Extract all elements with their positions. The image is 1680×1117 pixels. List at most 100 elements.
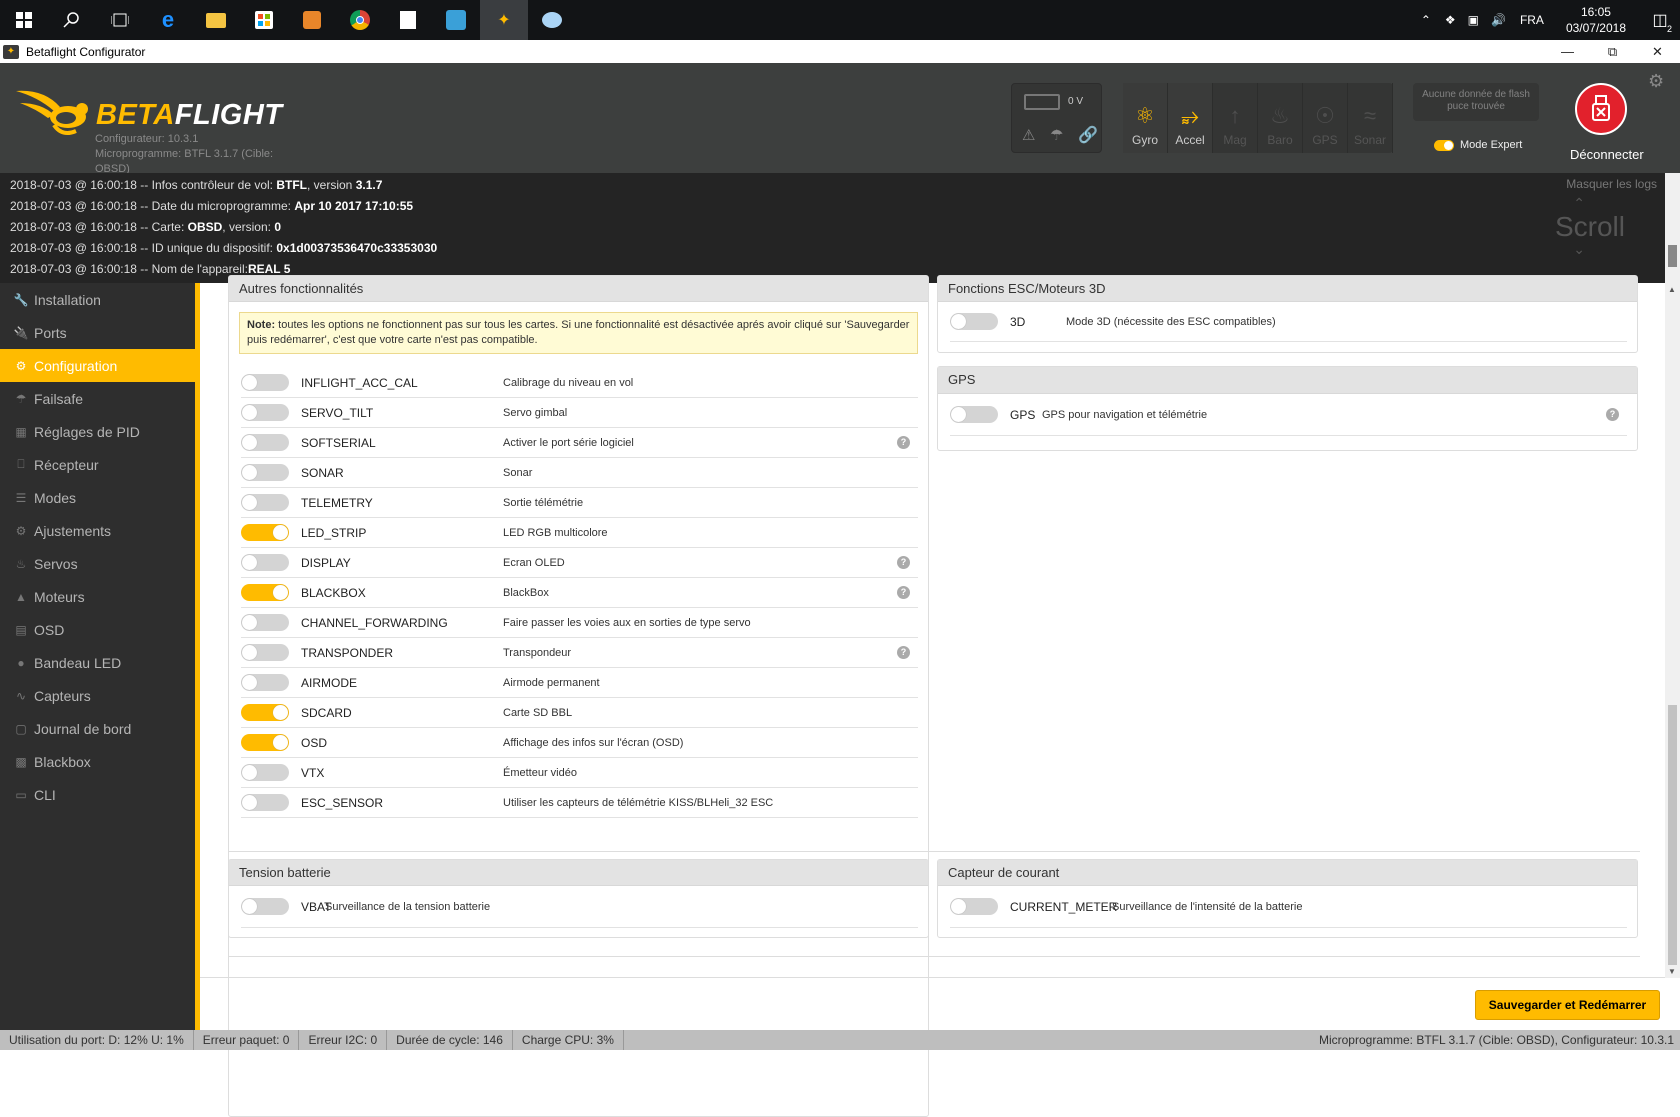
store-icon[interactable] — [240, 0, 288, 40]
notifications-icon[interactable]: ◫ 2 — [1640, 0, 1680, 40]
feature-toggle[interactable] — [241, 644, 289, 661]
windows-start-icon[interactable] — [0, 0, 48, 40]
feature-toggle[interactable] — [241, 434, 289, 451]
log-scrollbar-thumb[interactable] — [1668, 245, 1677, 267]
feature-row-led-strip: LED_STRIP LED RGB multicolore — [241, 518, 918, 548]
settings-gear-icon[interactable]: ⚙ — [1648, 71, 1664, 92]
sidebar-item-installation[interactable]: 🔧 Installation — [0, 283, 195, 316]
3d-toggle[interactable] — [950, 313, 998, 330]
feature-row-inflight-acc-cal: INFLIGHT_ACC_CAL Calibrage du niveau en v… — [241, 368, 918, 398]
feature-row-servo-tilt: SERVO_TILT Servo gimbal — [241, 398, 918, 428]
help-icon[interactable]: ? — [897, 646, 910, 659]
volume-icon[interactable]: 🔊 — [1491, 13, 1506, 27]
sidebar-item-failsafe[interactable]: ☂ Failsafe — [0, 382, 195, 415]
paint-icon[interactable] — [528, 0, 576, 40]
vbat-toggle[interactable] — [241, 898, 289, 915]
sidebar-item-moteurs[interactable]: ▲ Moteurs — [0, 580, 195, 613]
help-icon[interactable]: ? — [897, 586, 910, 599]
feature-toggle[interactable] — [241, 674, 289, 691]
feature-description: BlackBox — [503, 586, 549, 599]
configurator-version: Configurateur: 10.3.1 — [95, 133, 199, 145]
feature-toggle[interactable] — [241, 614, 289, 631]
sidebar-item-label: CLI — [34, 786, 56, 803]
app-title-icon: ✦ — [3, 44, 19, 59]
chrome-icon[interactable] — [336, 0, 384, 40]
sidebar-item-configuration[interactable]: ⚙ Configuration — [0, 349, 195, 382]
feature-toggle[interactable] — [241, 554, 289, 571]
sidebar-item-journal-de-bord[interactable]: ▢ Journal de bord — [0, 712, 195, 745]
dropbox-icon[interactable]: ❖ — [1445, 13, 1456, 27]
packet-error: Erreur paquet: 0 — [194, 1030, 300, 1050]
close-window-button[interactable]: ✕ — [1635, 40, 1680, 63]
motor-icon: ▲ — [15, 589, 27, 604]
network-icon[interactable]: ▣ — [1468, 13, 1479, 27]
window-titlebar: ✦ Betaflight Configurator — ⧉ ✕ — [0, 40, 1680, 63]
media-player-icon[interactable] — [288, 0, 336, 40]
sensor-label: Mag — [1223, 133, 1247, 147]
sidebar-item-bandeau-led[interactable]: ● Bandeau LED — [0, 646, 195, 679]
feature-toggle[interactable] — [241, 734, 289, 751]
betaflight-taskbar-icon[interactable]: ✦ — [480, 0, 528, 40]
sidebar-item-label: Capteurs — [34, 687, 91, 704]
feature-toggle[interactable] — [241, 404, 289, 421]
feature-toggle[interactable] — [241, 464, 289, 481]
battery-status: 0 V ⚠ ☂ 🔗 — [1011, 83, 1102, 153]
disconnect-button[interactable]: Déconnecter — [1570, 147, 1644, 162]
osd-icon: ▤ — [15, 622, 27, 637]
file-explorer-icon[interactable] — [192, 0, 240, 40]
feature-name: SDCARD — [301, 705, 352, 720]
minimize-button[interactable]: — — [1545, 40, 1590, 63]
app-icon[interactable] — [432, 0, 480, 40]
feature-toggle[interactable] — [241, 704, 289, 721]
sidebar-item-servos[interactable]: ♨ Servos — [0, 547, 195, 580]
parachute-icon: ☂ — [15, 391, 27, 406]
sticky-notes-icon[interactable] — [384, 0, 432, 40]
scroll-down-arrow-icon[interactable]: ▼ — [1668, 967, 1676, 976]
firmware-version-line1: Microprogramme: BTFL 3.1.7 (Cible: — [95, 148, 274, 160]
help-icon[interactable]: ? — [1606, 408, 1619, 421]
help-icon[interactable]: ? — [897, 436, 910, 449]
sidebar-item-modes[interactable]: ☰ Modes — [0, 481, 195, 514]
gear-icon: ⚙ — [15, 358, 27, 373]
sidebar-item-capteurs[interactable]: ∿ Capteurs — [0, 679, 195, 712]
sidebar-item-cli[interactable]: ▭ CLI — [0, 778, 195, 811]
sensor-label: Baro — [1267, 133, 1293, 147]
scroll-up-icon[interactable]: ⌃ — [1573, 195, 1585, 212]
current-meter-toggle[interactable] — [950, 898, 998, 915]
save-and-reboot-button[interactable]: Sauvegarder et Redémarrer — [1475, 990, 1660, 1020]
gps-description: GPS pour navigation et télémétrie — [1042, 408, 1208, 421]
search-icon[interactable] — [48, 0, 96, 40]
sidebar-item-r-cepteur[interactable]: ⎕ Récepteur — [0, 448, 195, 481]
feature-toggle[interactable] — [241, 764, 289, 781]
sidebar-item-osd[interactable]: ▤ OSD — [0, 613, 195, 646]
hide-logs-link[interactable]: Masquer les logs — [1566, 177, 1657, 191]
chevron-up-icon[interactable]: ⌃ — [1421, 13, 1431, 27]
feature-toggle[interactable] — [241, 524, 289, 541]
restore-button[interactable]: ⧉ — [1590, 40, 1635, 63]
scroll-up-arrow-icon[interactable]: ▲ — [1668, 285, 1676, 294]
task-view-icon[interactable] — [96, 0, 144, 40]
feature-description: Émetteur vidéo — [503, 766, 577, 779]
sidebar-item-ajustements[interactable]: ⚙ Ajustements — [0, 514, 195, 547]
main-scrollbar-thumb[interactable] — [1668, 705, 1677, 965]
clock[interactable]: 16:05 03/07/2018 — [1566, 4, 1626, 36]
language-indicator[interactable]: FRA — [1520, 13, 1544, 27]
log-scrollbar[interactable] — [1665, 173, 1680, 283]
feature-toggle[interactable] — [241, 494, 289, 511]
sidebar-item-r-glages-de-pid[interactable]: ▦ Réglages de PID — [0, 415, 195, 448]
main-scrollbar[interactable]: ▲ ▼ — [1665, 283, 1680, 978]
expert-mode-toggle[interactable]: Mode Expert — [1434, 139, 1522, 151]
edge-browser-icon[interactable]: e — [144, 0, 192, 40]
disconnect-usb-icon[interactable] — [1575, 83, 1627, 135]
feature-toggle[interactable] — [241, 794, 289, 811]
section-divider — [228, 851, 1640, 852]
sidebar-item-blackbox[interactable]: ▩ Blackbox — [0, 745, 195, 778]
sidebar-item-label: Ports — [34, 324, 67, 341]
scroll-down-icon[interactable]: ⌄ — [1573, 241, 1585, 258]
feature-toggle[interactable] — [241, 584, 289, 601]
gps-toggle[interactable] — [950, 406, 998, 423]
help-icon[interactable]: ? — [897, 556, 910, 569]
expert-mode-switch[interactable] — [1434, 139, 1454, 151]
feature-toggle[interactable] — [241, 374, 289, 391]
sidebar-item-ports[interactable]: 🔌 Ports — [0, 316, 195, 349]
